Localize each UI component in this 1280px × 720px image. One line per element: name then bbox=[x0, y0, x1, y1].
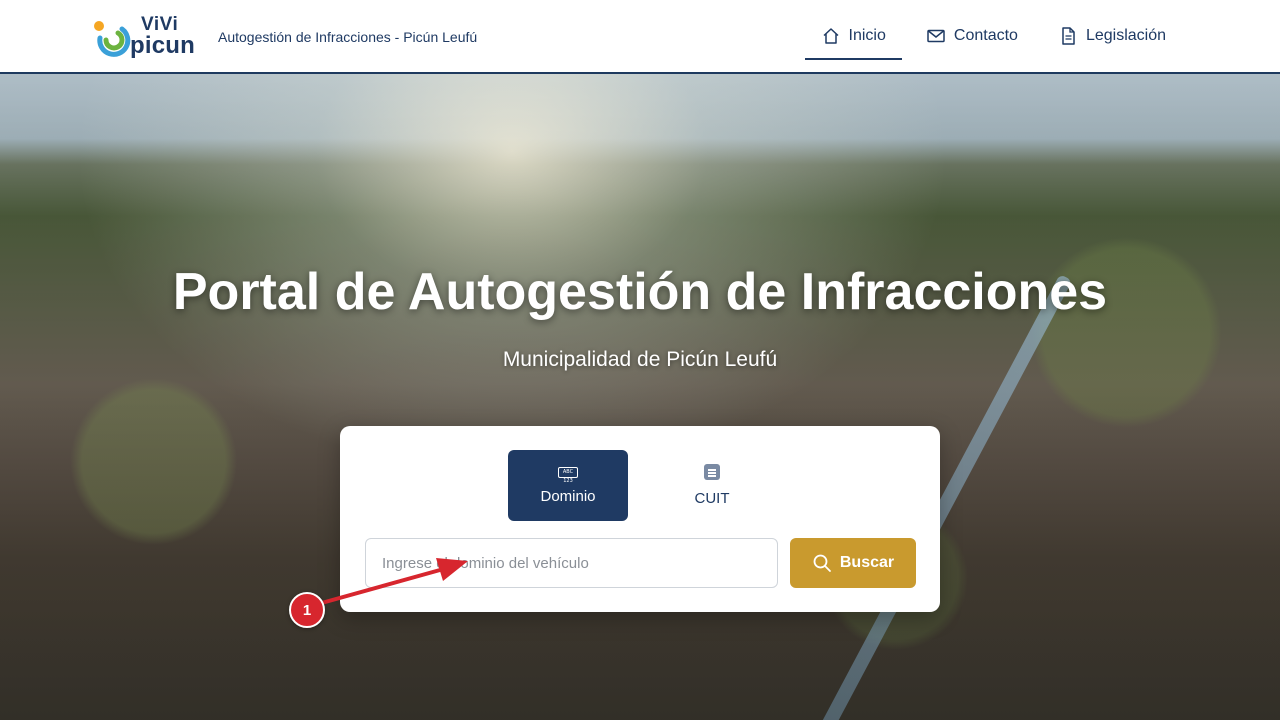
search-button[interactable]: Buscar bbox=[790, 538, 916, 588]
page-subtitle: Municipalidad de Picún Leufú bbox=[502, 348, 778, 371]
tab-dominio[interactable]: ABC 123 Dominio bbox=[508, 450, 628, 521]
page-title: Portal de Autogestión de Infracciones bbox=[172, 263, 1108, 321]
search-icon bbox=[813, 554, 831, 572]
envelope-icon bbox=[927, 29, 945, 43]
nav-contacto[interactable]: Contacto bbox=[910, 0, 1034, 72]
search-card: ABC 123 Dominio CUIT Buscar bbox=[340, 426, 940, 612]
logo-mark-icon bbox=[94, 21, 131, 57]
hero-background-image bbox=[0, 74, 1280, 720]
main-nav: Inicio Contacto Legislación bbox=[804, 0, 1182, 72]
nav-legislacion-label: Legislación bbox=[1085, 27, 1166, 44]
id-document-icon bbox=[704, 464, 720, 480]
tab-cuit[interactable]: CUIT bbox=[652, 450, 772, 521]
hero-banner bbox=[0, 74, 1280, 720]
site-title: Autogestión de Infracciones - Picún Leuf… bbox=[218, 29, 478, 45]
dominio-input[interactable] bbox=[365, 538, 778, 588]
document-icon bbox=[1062, 27, 1075, 45]
tab-dominio-label: Dominio bbox=[540, 487, 596, 505]
step-number-badge: 1 bbox=[289, 592, 325, 628]
nav-inicio[interactable]: Inicio bbox=[804, 0, 903, 72]
nav-inicio-label: Inicio bbox=[848, 27, 886, 44]
license-plate-icon: ABC 123 bbox=[558, 466, 578, 484]
logo-text-bottom: picun bbox=[130, 32, 195, 59]
vivi-picun-logo[interactable]: ViVi picun bbox=[92, 14, 196, 59]
tab-cuit-label: CUIT bbox=[694, 490, 730, 507]
nav-contacto-label: Contacto bbox=[953, 27, 1018, 44]
search-button-label: Buscar bbox=[839, 554, 895, 571]
nav-legislacion[interactable]: Legislación bbox=[1042, 0, 1182, 72]
home-icon bbox=[823, 28, 839, 44]
top-navbar: ViVi picun Autogestión de Infracciones -… bbox=[0, 0, 1280, 74]
